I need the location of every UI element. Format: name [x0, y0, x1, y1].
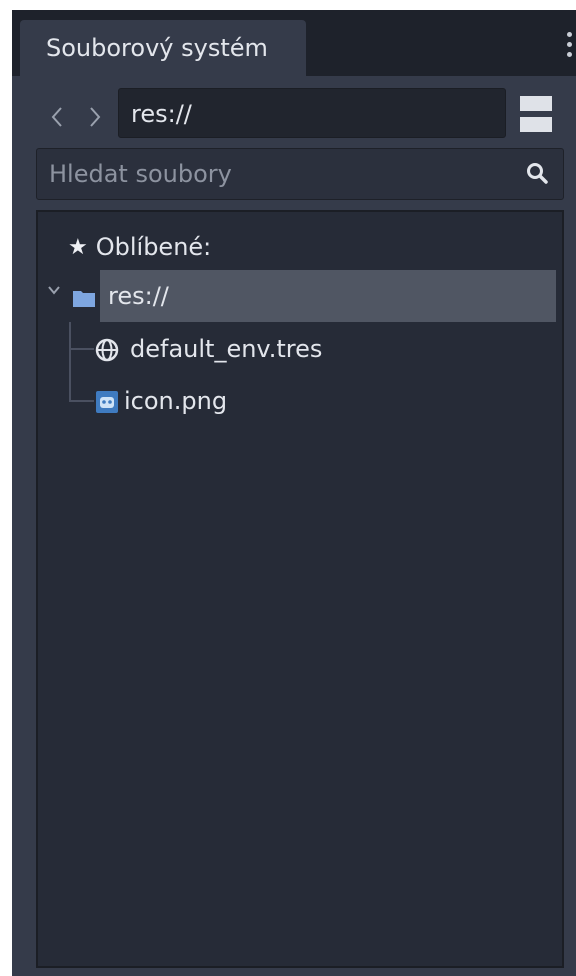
filesystem-dock: Souborový systém res:// Hledat soubory ★…: [12, 10, 576, 976]
folder-icon: [73, 291, 95, 307]
file-label: default_env.tres: [130, 335, 323, 363]
file-label: icon.png: [124, 387, 228, 415]
tree-item-icon-png[interactable]: icon.png: [92, 376, 227, 426]
split-layout-icon: [520, 96, 552, 111]
globe-icon: [95, 338, 119, 362]
star-icon: ★: [68, 235, 88, 260]
path-input[interactable]: res://: [118, 88, 506, 138]
chevron-down-icon[interactable]: [46, 282, 62, 298]
search-placeholder: Hledat soubory: [49, 160, 232, 188]
back-button[interactable]: [46, 94, 68, 138]
tree-item-default-env[interactable]: default_env.tres: [92, 324, 322, 374]
chevron-right-icon: [90, 106, 101, 127]
forward-button[interactable]: [84, 94, 106, 138]
file-tree[interactable]: ★ Oblíbené: res:// default_env.tres icon…: [36, 210, 564, 968]
image-icon: [96, 391, 118, 413]
root-label: res://: [108, 282, 169, 310]
tree-item-res-root[interactable]: res://: [100, 270, 556, 322]
chevron-left-icon: [51, 106, 62, 127]
kebab-menu-icon[interactable]: [564, 32, 574, 72]
search-files-input[interactable]: Hledat soubory: [36, 148, 564, 200]
favorites-label: Oblíbené:: [95, 233, 212, 261]
favorites-header[interactable]: ★ Oblíbené:: [68, 222, 211, 272]
search-icon[interactable]: [525, 161, 549, 185]
dock-tab-bar: Souborový systém: [12, 10, 576, 76]
filesystem-panel: res:// Hledat soubory ★ Oblíbené: res://…: [12, 76, 576, 976]
split-layout-button[interactable]: [520, 96, 552, 132]
tab-filesystem[interactable]: Souborový systém: [20, 20, 306, 76]
